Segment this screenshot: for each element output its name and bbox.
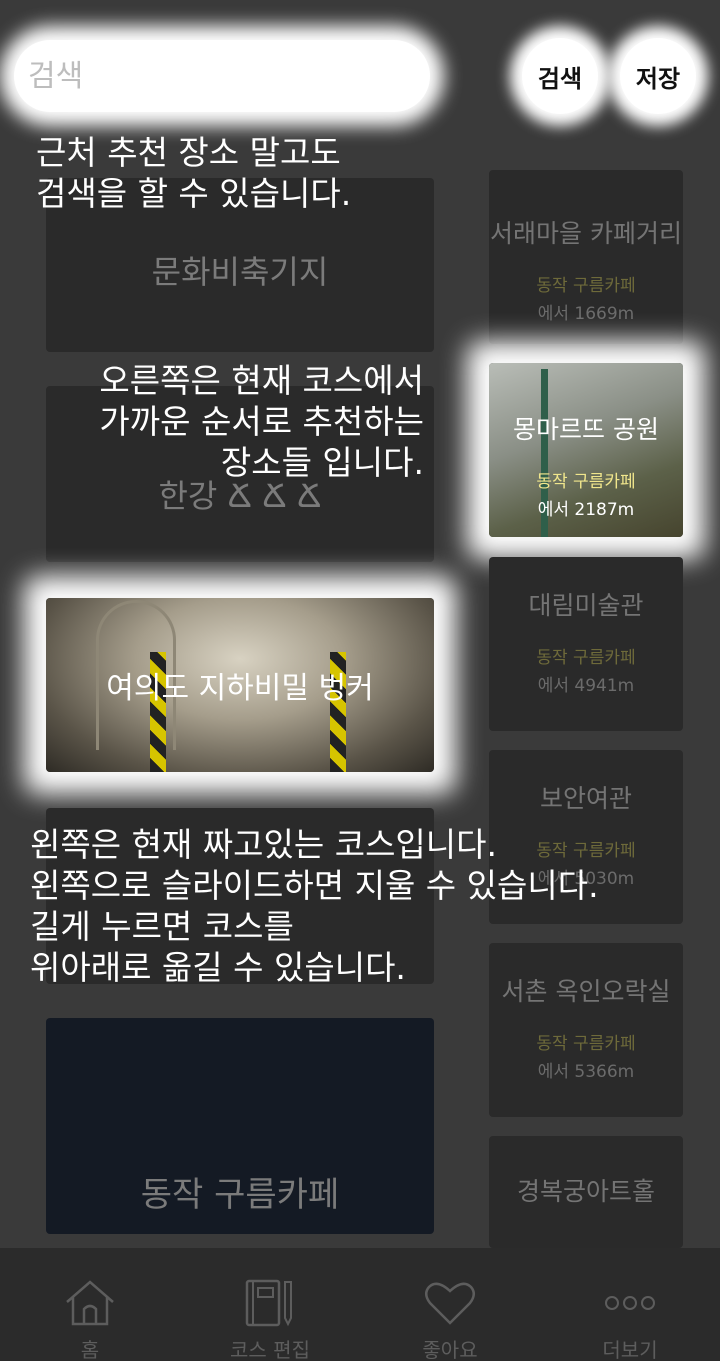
tip-line: 장소들 입니다. bbox=[220, 443, 424, 482]
recommend-item[interactable]: 서래마을 카페거리 동작 구름카페 에서 1669m bbox=[489, 170, 683, 344]
bottom-nav: 홈 코스 편집 좋아요 더보기 bbox=[0, 1248, 720, 1361]
recommend-item-title: 경복궁아트홀 bbox=[516, 1177, 655, 1206]
notebook-pen-icon bbox=[242, 1278, 298, 1328]
nav-course-edit[interactable]: 코스 편집 bbox=[180, 1248, 360, 1361]
nav-likes-label: 좋아요 bbox=[422, 1338, 478, 1361]
course-item-title: 문화비축기지 bbox=[151, 253, 329, 291]
search-input[interactable] bbox=[28, 58, 430, 94]
recommend-item-title: 몽마르뜨 공원 bbox=[513, 415, 659, 444]
tip-line: 왼쪽으로 슬라이드하면 지울 수 있습니다. bbox=[30, 866, 599, 905]
tip-course: 왼쪽은 현재 짜고있는 코스입니다. 왼쪽으로 슬라이드하면 지울 수 있습니다… bbox=[30, 824, 599, 988]
recommend-item-title: 서래마을 카페거리 bbox=[490, 219, 682, 248]
recommend-item-origin: 동작 구름카페 bbox=[536, 276, 636, 296]
course-item-title: 동작 구름카페 bbox=[140, 1174, 340, 1215]
nav-more[interactable]: 더보기 bbox=[540, 1248, 720, 1361]
more-dots-icon bbox=[602, 1278, 658, 1328]
tip-line: 근처 추천 장소 말고도 bbox=[36, 133, 341, 172]
tip-line: 검색을 할 수 있습니다. bbox=[36, 174, 352, 213]
recommend-item-distance: 에서 4941m bbox=[537, 676, 635, 696]
recommend-item-title: 대림미술관 bbox=[528, 591, 644, 620]
tip-line: 오른쪽은 현재 코스에서 bbox=[99, 361, 424, 400]
recommend-item-distance: 에서 1669m bbox=[537, 304, 635, 324]
recommend-item-origin: 동작 구름카페 bbox=[536, 648, 636, 668]
nav-more-label: 더보기 bbox=[602, 1338, 658, 1361]
course-item[interactable]: 동작 구름카페 bbox=[46, 1018, 434, 1234]
tip-search: 근처 추천 장소 말고도 검색을 할 수 있습니다. bbox=[36, 132, 351, 214]
recommend-item-distance: 에서 5366m bbox=[537, 1062, 635, 1082]
recommend-item[interactable]: 경복궁아트홀 bbox=[489, 1136, 683, 1248]
course-item-title: 여의도 지하비밀 벙커 bbox=[106, 671, 374, 706]
nav-home-label: 홈 bbox=[80, 1338, 100, 1361]
tip-line: 위아래로 옮길 수 있습니다. bbox=[30, 948, 406, 987]
nav-home[interactable]: 홈 bbox=[0, 1248, 180, 1361]
heart-icon bbox=[422, 1278, 478, 1328]
course-item[interactable]: 여의도 지하비밀 벙커 bbox=[46, 598, 434, 772]
tip-recommend: 오른쪽은 현재 코스에서 가까운 순서로 추천하는 장소들 입니다. bbox=[64, 360, 424, 483]
nav-course-edit-label: 코스 편집 bbox=[230, 1338, 310, 1361]
recommend-item-origin: 동작 구름카페 bbox=[536, 1034, 636, 1054]
tip-line: 왼쪽은 현재 짜고있는 코스입니다. bbox=[30, 825, 497, 864]
nav-likes[interactable]: 좋아요 bbox=[360, 1248, 540, 1361]
recommend-item-title: 보안여관 bbox=[539, 784, 632, 813]
recommend-item-distance: 에서 2187m bbox=[537, 500, 635, 520]
recommend-item-origin: 동작 구름카페 bbox=[536, 472, 636, 492]
home-icon bbox=[62, 1278, 118, 1328]
search-bar[interactable] bbox=[14, 40, 430, 112]
recommend-item[interactable]: 몽마르뜨 공원 동작 구름카페 에서 2187m bbox=[489, 363, 683, 537]
tip-line: 길게 누르면 코스를 bbox=[30, 907, 294, 946]
tip-line: 가까운 순서로 추천하는 bbox=[99, 402, 424, 441]
save-button[interactable]: 저장 bbox=[620, 38, 696, 114]
search-button[interactable]: 검색 bbox=[522, 38, 598, 114]
recommend-item[interactable]: 대림미술관 동작 구름카페 에서 4941m bbox=[489, 557, 683, 731]
